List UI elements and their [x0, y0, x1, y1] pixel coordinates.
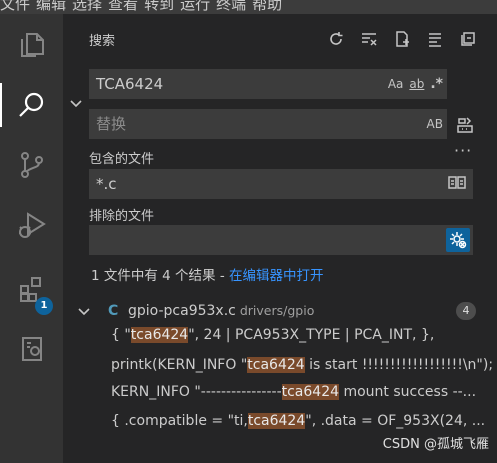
exclude-label: 排除的文件 — [89, 209, 155, 224]
search-view: 搜索 TCA6424 Aa ab .* 替换 AB ··· 包含的文件 *.c … — [63, 14, 497, 463]
replace-placeholder: 替换 — [96, 115, 127, 133]
match-suffix: is start !!!!!!!!!!!!!!!!!!\n"); — [304, 357, 494, 373]
whole-word-toggle[interactable]: ab — [409, 76, 424, 92]
search-icon[interactable] — [0, 80, 63, 130]
watermark: CSDN @孤城飞雁 — [382, 437, 489, 452]
match-prefix: { .compatible = "ti, — [111, 413, 248, 429]
match-suffix: ", 24 | PCA953X_TYPE | PCA_INT, }, — [188, 327, 435, 343]
match-suffix: mount success --... — [339, 384, 477, 400]
include-label: 包含的文件 — [89, 152, 155, 167]
match-case-toggle[interactable]: Aa — [388, 76, 404, 92]
menu-bar: 文件 编辑 选择 查看 转到 运行 终端 帮助 — [0, 0, 497, 14]
collapse-all-icon[interactable] — [457, 28, 479, 50]
c-file-icon: C — [108, 303, 119, 319]
match-prefix: printk(KERN_INFO " — [111, 357, 248, 373]
regex-toggle[interactable]: .* — [430, 76, 443, 92]
extensions-icon[interactable] — [0, 264, 63, 314]
exclude-files-input[interactable] — [89, 225, 473, 255]
menu-run[interactable]: 运行 — [180, 0, 216, 12]
match-line[interactable]: printk(KERN_INFO "tca6424 is start !!!!!… — [111, 353, 496, 377]
match-line[interactable]: { .compatible = "ti,tca6424", .data = OF… — [111, 409, 496, 433]
menu-edit[interactable]: 编辑 — [36, 0, 72, 12]
chevron-down-icon[interactable] — [77, 304, 91, 322]
search-input[interactable]: TCA6424 Aa ab .* — [89, 69, 447, 99]
use-exclude-settings-icon[interactable] — [446, 228, 470, 252]
menu-selection[interactable]: 选择 — [72, 0, 108, 12]
remote-explorer-icon[interactable] — [0, 324, 63, 374]
menu-go[interactable]: 转到 — [144, 0, 180, 12]
menu-terminal[interactable]: 终端 — [216, 0, 252, 12]
match-highlight: tca6424 — [247, 413, 306, 429]
include-files-value: *.c — [96, 175, 117, 193]
run-debug-icon[interactable] — [0, 200, 63, 250]
results-summary: 1 文件中有 4 个结果 - 在编辑器中打开 — [91, 264, 324, 284]
menu-help[interactable]: 帮助 — [252, 0, 288, 12]
clear-results-icon[interactable] — [358, 28, 380, 50]
file-name: gpio-pca953x.c — [128, 303, 236, 319]
match-count-badge: 4 — [456, 302, 476, 320]
explorer-icon[interactable] — [0, 20, 63, 70]
file-path: drivers/gpio — [239, 303, 315, 318]
refresh-icon[interactable] — [325, 28, 347, 50]
match-prefix: KERN_INFO "---------------- — [111, 384, 282, 400]
view-title: 搜索 — [89, 34, 116, 49]
activity-bar: 1 — [0, 14, 63, 463]
view-title-actions — [325, 28, 479, 50]
preserve-case-toggle[interactable]: AB — [427, 116, 443, 132]
menu-view[interactable]: 查看 — [108, 0, 144, 12]
open-in-editor-link[interactable]: 在编辑器中打开 — [229, 268, 324, 284]
toggle-search-details-icon[interactable]: ··· — [454, 141, 472, 160]
source-control-icon[interactable] — [0, 140, 63, 190]
search-query: TCA6424 — [96, 75, 164, 93]
results-count-text: 1 文件中有 4 个结果 - — [91, 268, 230, 284]
view-as-tree-icon[interactable] — [424, 28, 446, 50]
match-line[interactable]: KERN_INFO "----------------tca6424 mount… — [111, 380, 496, 404]
extensions-badge: 1 — [35, 297, 53, 315]
menu-file[interactable]: 文件 — [0, 0, 36, 12]
match-highlight: tca6424 — [130, 327, 189, 343]
replace-all-icon[interactable] — [455, 115, 475, 139]
file-name-line: gpio-pca953x.c drivers/gpio — [128, 300, 314, 322]
new-search-editor-icon[interactable] — [391, 28, 413, 50]
match-suffix: ", .data = OF_953X(24, ... — [305, 413, 486, 429]
match-prefix: { " — [111, 327, 131, 343]
match-highlight: tca6424 — [247, 357, 305, 373]
match-line[interactable]: { "tca6424", 24 | PCA953X_TYPE | PCA_INT… — [111, 323, 496, 347]
open-editors-only-icon[interactable] — [447, 174, 467, 194]
file-result-row[interactable]: C gpio-pca953x.c drivers/gpio 4 — [77, 300, 487, 322]
include-files-input[interactable]: *.c — [89, 169, 473, 199]
toggle-replace-chevron-icon[interactable] — [69, 95, 83, 114]
replace-input[interactable]: 替换 AB — [89, 109, 447, 139]
match-highlight: tca6424 — [281, 384, 340, 400]
